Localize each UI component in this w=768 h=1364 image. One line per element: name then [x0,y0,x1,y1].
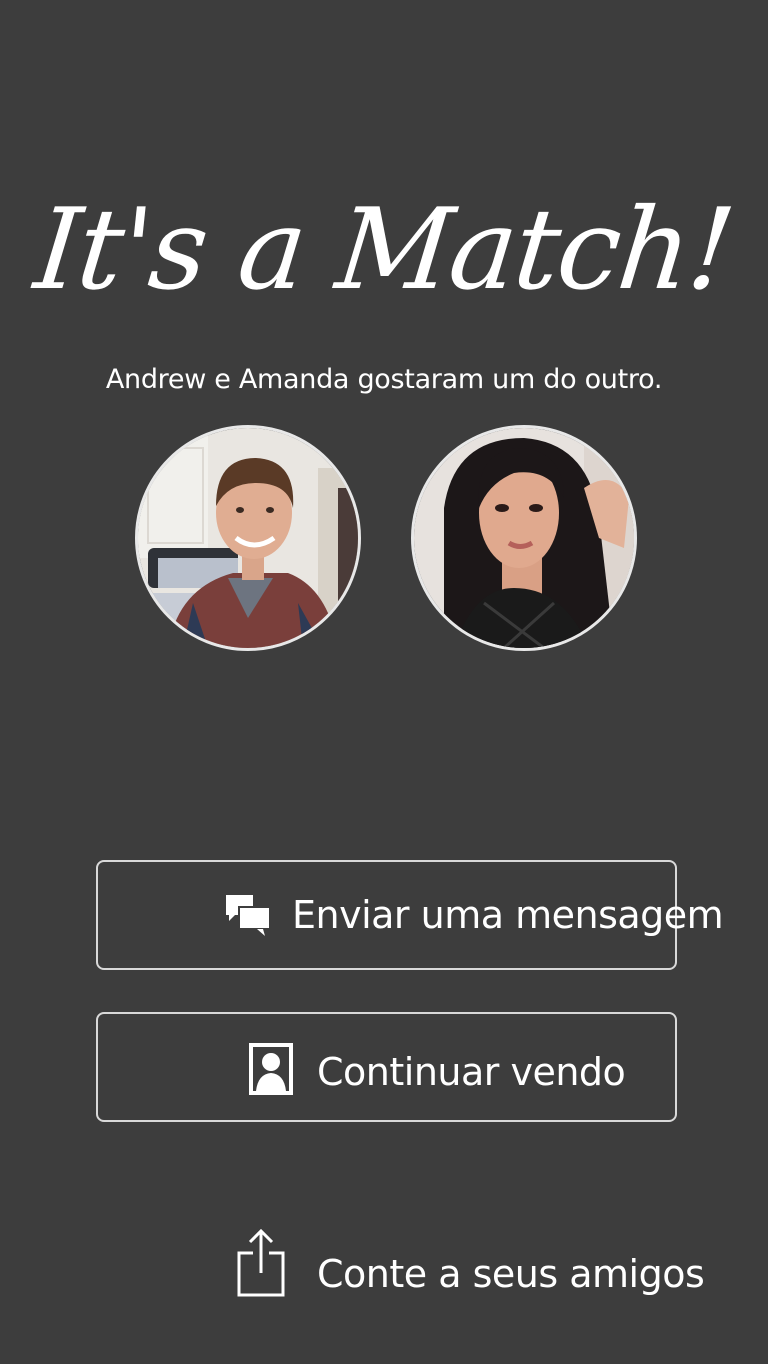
share-icon [237,1229,285,1297]
avatar-andrew [135,425,361,651]
man-portrait-photo [138,428,358,648]
avatar-amanda [411,425,637,651]
match-subtitle: Andrew e Amanda gostaram um do outro. [105,364,663,395]
person-card-icon [249,1043,293,1095]
keep-swiping-label: Continuar vendo [317,1050,626,1094]
keep-swiping-button[interactable]: Continuar vendo [96,1012,677,1122]
woman-portrait-photo [414,428,634,648]
send-message-button[interactable]: Enviar uma mensagem [96,860,724,970]
share-button[interactable]: Conte a seus amigos [230,1225,705,1305]
send-message-label: Enviar uma mensagem [292,893,724,937]
share-label: Conte a seus amigos [317,1252,705,1296]
chat-bubbles-icon [226,895,271,936]
match-title: It's a Match! [29,185,739,315]
